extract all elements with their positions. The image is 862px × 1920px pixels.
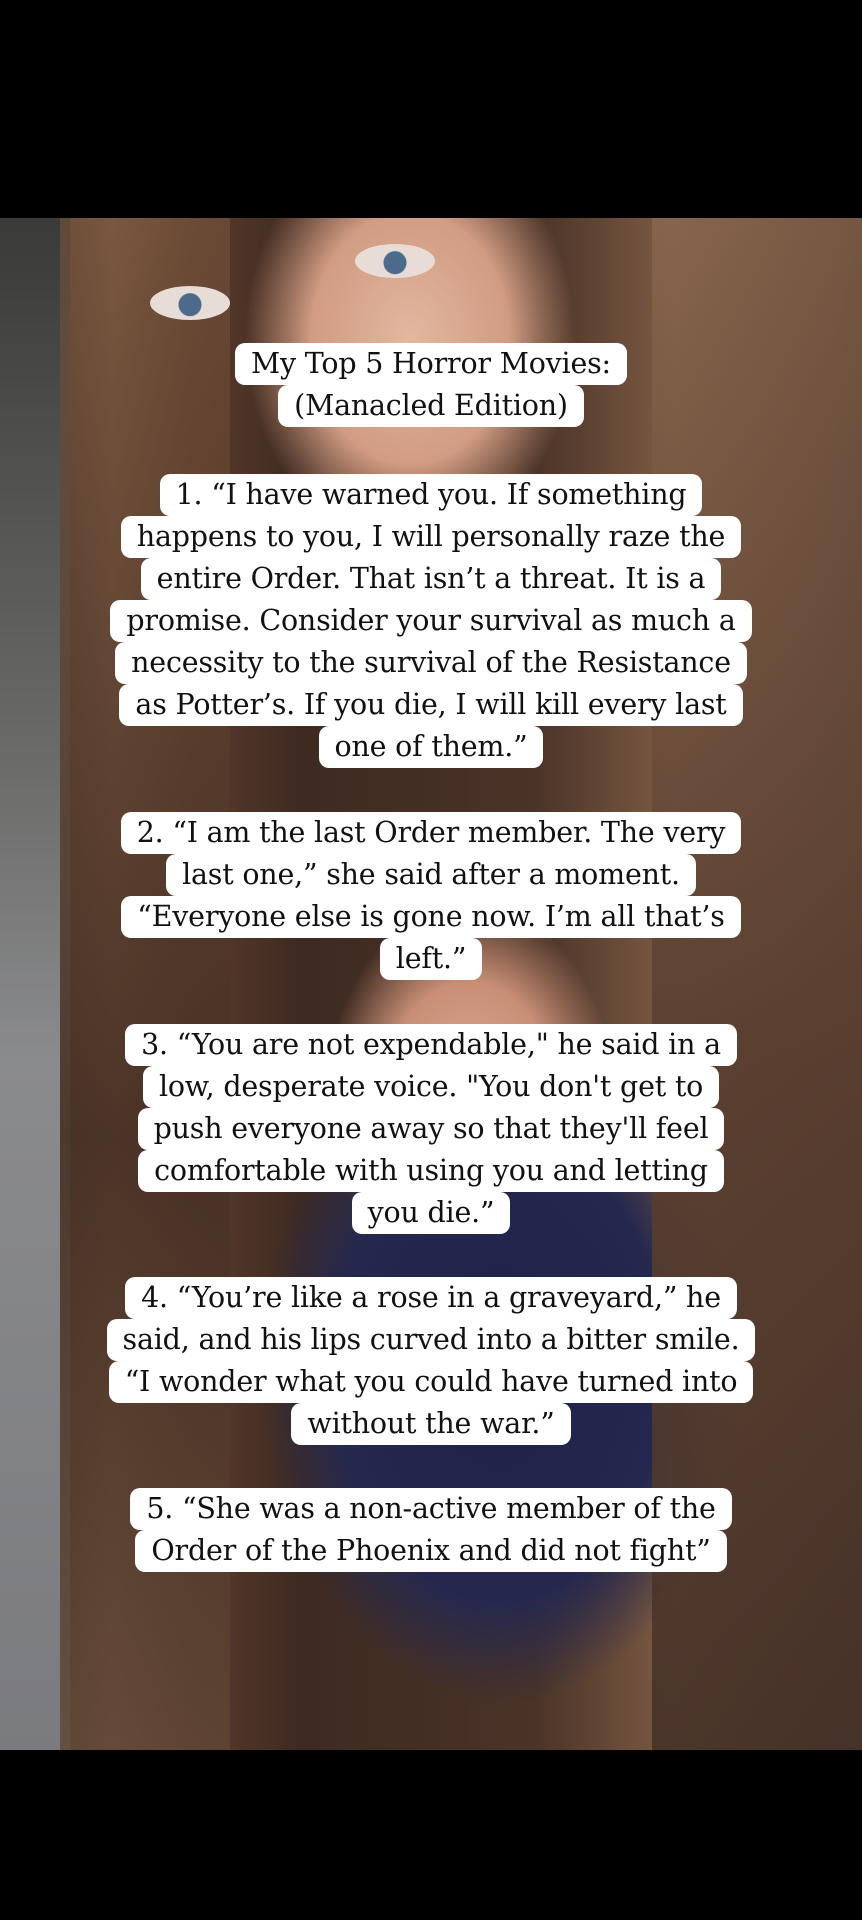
quote-line: one of them.” — [318, 726, 544, 768]
quote-line: push everyone away so that they'll feel — [137, 1108, 725, 1150]
quote-line: as Potter’s. If you die, I will kill eve… — [119, 684, 743, 726]
quote-line: “Everyone else is gone now. I’m all that… — [121, 896, 741, 938]
quote-line: left.” — [379, 938, 483, 980]
quote-5-caption: 5. “She was a non-active member of the O… — [0, 1488, 862, 1572]
quote-4-caption: 4. “You’re like a rose in a graveyard,” … — [0, 1277, 862, 1445]
quote-1-caption: 1. “I have warned you. If something happ… — [0, 474, 862, 768]
quote-line: entire Order. That isn’t a threat. It is… — [140, 558, 722, 600]
quote-line: low, desperate voice. "You don't get to — [142, 1066, 720, 1108]
quote-line: “I wonder what you could have turned int… — [108, 1361, 754, 1403]
title-caption: My Top 5 Horror Movies: (Manacled Editio… — [0, 343, 862, 427]
quote-line: 1. “I have warned you. If something — [159, 474, 703, 516]
eye-right — [355, 244, 435, 278]
quote-line: last one,” she said after a moment. — [166, 854, 696, 896]
quote-line: necessity to the survival of the Resista… — [115, 642, 747, 684]
quote-2-caption: 2. “I am the last Order member. The very… — [0, 812, 862, 980]
quote-line: happens to you, I will personally raze t… — [120, 516, 742, 558]
eye-left — [150, 286, 230, 320]
quote-line: 2. “I am the last Order member. The very — [120, 812, 742, 854]
quote-line: 4. “You’re like a rose in a graveyard,” … — [125, 1277, 737, 1319]
quote-line: 5. “She was a non-active member of the — [130, 1488, 732, 1530]
quote-3-caption: 3. “You are not expendable," he said in … — [0, 1024, 862, 1234]
quote-line: you die.” — [351, 1192, 511, 1234]
title-line: (Manacled Edition) — [278, 385, 584, 427]
quote-line: said, and his lips curved into a bitter … — [106, 1319, 756, 1361]
quote-line: 3. “You are not expendable," he said in … — [125, 1024, 737, 1066]
quote-line: promise. Consider your survival as much … — [110, 600, 752, 642]
quote-line: Order of the Phoenix and did not fight” — [135, 1530, 727, 1572]
quote-line: comfortable with using you and letting — [138, 1150, 724, 1192]
quote-line: without the war.” — [291, 1403, 571, 1445]
title-line: My Top 5 Horror Movies: — [235, 343, 627, 385]
